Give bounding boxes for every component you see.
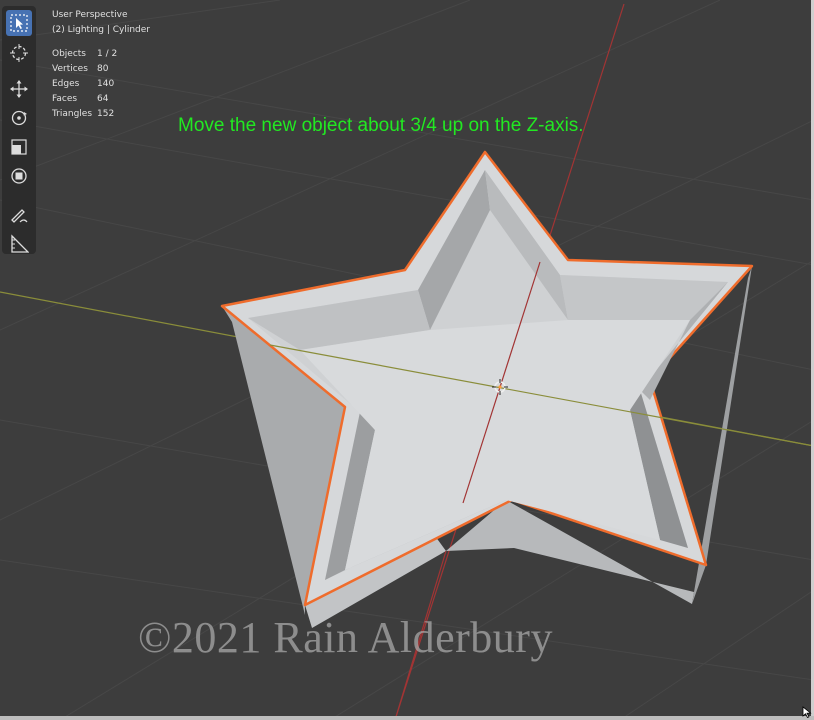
rotate-icon <box>11 110 27 126</box>
stat-row-faces: Faces 64 <box>52 94 109 104</box>
3d-viewport[interactable]: User Perspective (2) Lighting | Cylinder… <box>0 0 814 720</box>
copyright-watermark: ©2021 Rain Alderbury <box>138 613 553 662</box>
annotate-tool[interactable] <box>6 202 32 228</box>
measure-ruler-icon <box>11 234 29 253</box>
transform-tool[interactable] <box>6 163 32 189</box>
move-icon <box>10 80 28 98</box>
cursor-tool[interactable] <box>6 40 32 66</box>
measure-tool[interactable] <box>6 231 32 257</box>
stat-row-edges: Edges 140 <box>52 79 115 89</box>
transform-icon <box>11 168 27 184</box>
stat-row-vertices: Vertices 80 <box>52 64 109 74</box>
mouse-pointer-icon <box>802 706 812 718</box>
select-box-tool[interactable] <box>6 10 32 36</box>
stat-row-objects: Objects 1 / 2 <box>52 49 118 59</box>
stat-row-triangles: Triangles 152 <box>52 109 115 119</box>
scale-tool[interactable] <box>6 134 32 160</box>
collection-info-label: (2) Lighting | Cylinder <box>52 25 151 35</box>
viewport-stats-overlay: User Perspective (2) Lighting | Cylinder… <box>52 8 150 122</box>
annotate-pencil-icon <box>11 209 28 223</box>
view-perspective-label: User Perspective <box>52 10 128 20</box>
select-box-icon <box>10 14 28 32</box>
window-bottom-edge <box>0 716 814 720</box>
rotate-tool[interactable] <box>6 105 32 131</box>
3d-cursor-icon <box>10 44 28 62</box>
tutorial-instruction-text: Move the new object about 3/4 up on the … <box>178 115 584 136</box>
tool-shelf <box>2 6 36 254</box>
star-object[interactable] <box>220 150 754 628</box>
scale-icon <box>11 139 27 155</box>
move-tool[interactable] <box>6 76 32 102</box>
